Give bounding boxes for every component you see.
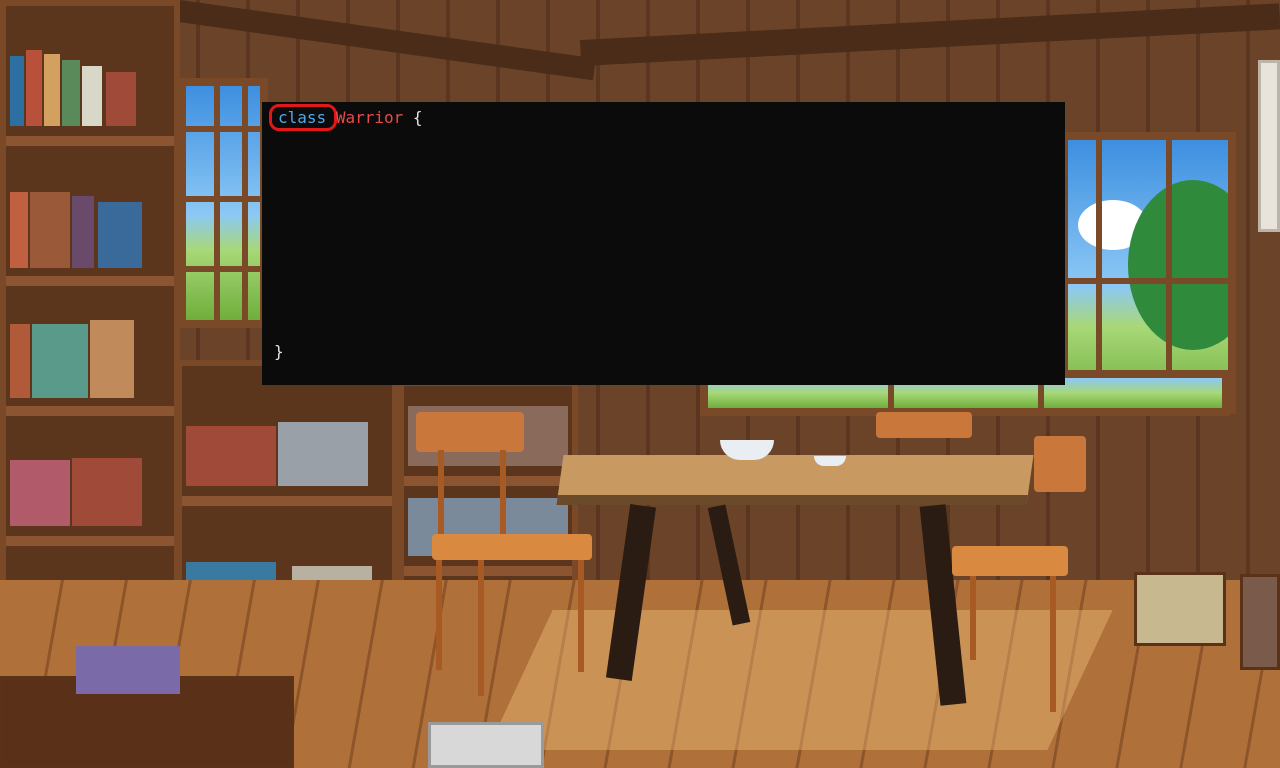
code-editor-panel[interactable]: class Warrior { } — [262, 102, 1065, 385]
book — [10, 56, 24, 126]
shelf-board — [6, 136, 174, 146]
book — [10, 324, 30, 398]
wooden-table — [556, 455, 1034, 505]
bin — [1240, 574, 1280, 670]
window-mullion — [214, 86, 220, 320]
window-mullion — [186, 196, 260, 202]
book — [26, 50, 42, 126]
book — [98, 202, 142, 268]
papers-on-floor — [428, 722, 544, 768]
close-brace: } — [274, 342, 284, 361]
notice-paper — [1258, 60, 1280, 232]
book — [30, 192, 70, 268]
chair-leg — [438, 450, 444, 540]
window-view — [186, 86, 260, 320]
window-mullion — [186, 126, 260, 132]
book — [10, 192, 28, 268]
window-mullion — [1166, 140, 1172, 406]
chair-back — [416, 412, 524, 452]
window-mullion — [1068, 278, 1228, 284]
chair-seat — [432, 534, 592, 560]
chair-leg — [970, 576, 976, 660]
bowl — [814, 456, 846, 466]
book — [44, 54, 60, 126]
book — [186, 426, 276, 486]
shelf-board — [6, 536, 174, 546]
book — [10, 460, 70, 526]
chair-back — [876, 412, 972, 438]
book-stack — [76, 646, 180, 694]
chair-leg — [1050, 576, 1056, 712]
book — [32, 324, 88, 398]
shelf-board — [6, 406, 174, 416]
open-brace: { — [412, 108, 423, 127]
class-name[interactable]: Warrior — [336, 108, 403, 127]
book — [72, 196, 94, 268]
shelf-board — [182, 496, 392, 506]
chair-leg — [578, 560, 584, 672]
shelf-board — [404, 476, 572, 486]
box-stack — [1134, 572, 1226, 646]
class-keyword[interactable]: class — [278, 108, 326, 127]
chair-leg — [436, 560, 442, 670]
book — [278, 422, 368, 486]
chair-leg — [478, 560, 484, 696]
shelf-board — [6, 276, 174, 286]
book — [82, 66, 102, 126]
book — [90, 320, 134, 398]
shelf-board — [404, 566, 572, 576]
code-line-closing-brace: } — [274, 342, 284, 362]
code-line-class-declaration: class Warrior { — [278, 108, 423, 128]
book — [72, 458, 142, 526]
chair-seat — [952, 546, 1068, 576]
book — [106, 72, 136, 126]
chair-back — [1034, 436, 1086, 492]
left-window — [178, 78, 268, 328]
chair-leg — [500, 450, 506, 540]
window-mullion — [186, 266, 260, 272]
window-mullion — [1096, 140, 1102, 406]
window-mullion — [242, 86, 248, 320]
book — [62, 60, 80, 126]
